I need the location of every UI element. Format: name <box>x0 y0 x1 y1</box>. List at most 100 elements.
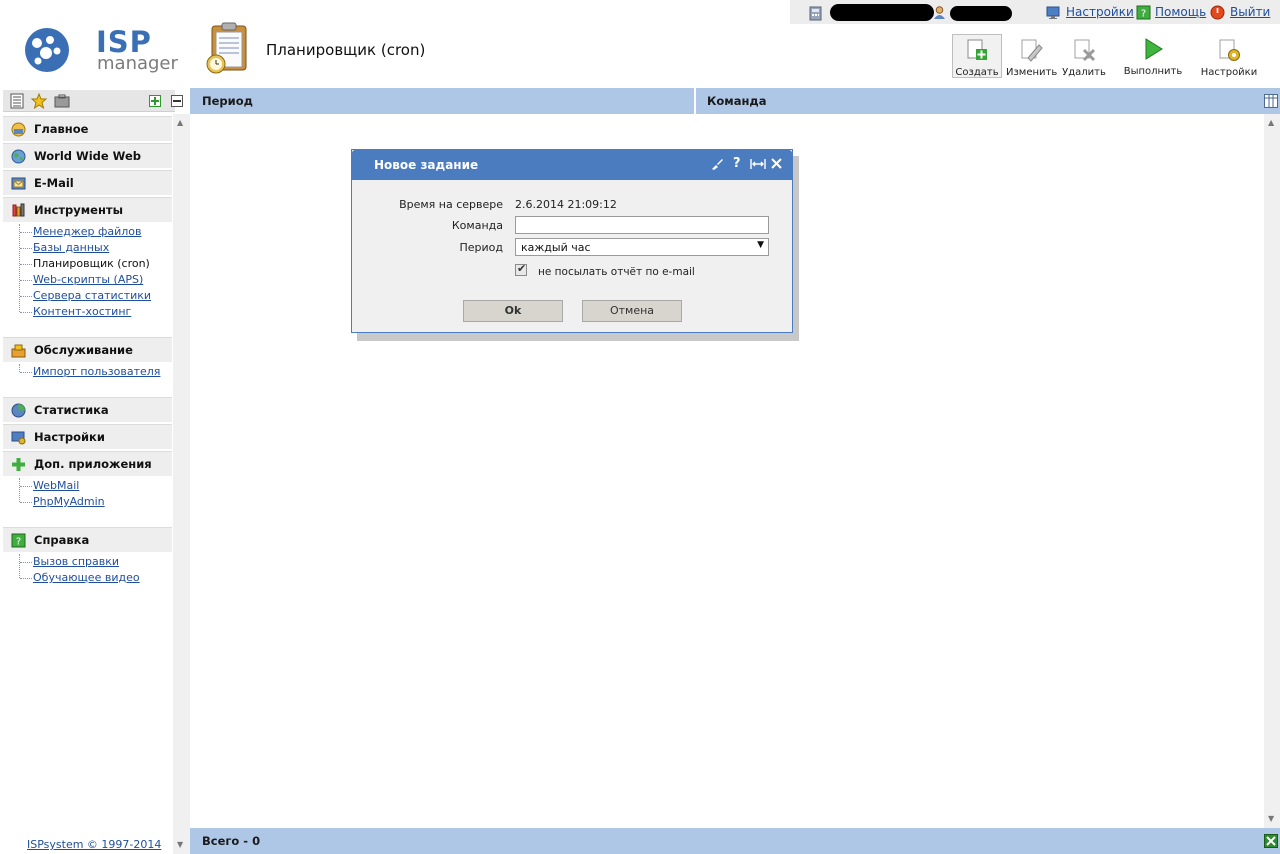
sidebar-item-web-scripts[interactable]: Web-скрипты (APS) <box>33 273 143 286</box>
command-input[interactable] <box>515 216 769 234</box>
sidebar-item-content-hosting[interactable]: Контент-хостинг <box>33 305 131 318</box>
export-excel-icon[interactable] <box>1264 834 1278 848</box>
top-settings-link[interactable]: Настройки <box>1066 5 1134 19</box>
section-label-apps: Доп. приложения <box>34 457 152 471</box>
total-count: Всего - 0 <box>202 834 261 848</box>
edit-button[interactable]: Изменить <box>1006 34 1058 78</box>
delete-button[interactable]: Удалить <box>1060 34 1108 78</box>
edit-label: Изменить <box>1006 67 1058 78</box>
user-info-area <box>804 3 1026 23</box>
top-logout-link[interactable]: Выйти <box>1230 5 1270 19</box>
pie-chart-icon <box>11 403 26 418</box>
run-button[interactable]: Выполнить <box>1120 34 1186 78</box>
sidebar-scrollbar[interactable]: ▲ ▼ <box>173 114 190 854</box>
home-globe-icon <box>11 122 26 137</box>
page-title: Планировщик (cron) <box>266 41 426 59</box>
sidebar-section-main[interactable]: Главное <box>3 116 172 141</box>
column-settings-icon[interactable] <box>1264 94 1278 108</box>
dialog-header[interactable]: Новое задание ? <box>352 150 792 180</box>
expand-all-icon[interactable] <box>149 95 161 107</box>
close-icon[interactable] <box>770 157 783 170</box>
sidebar-item-stat-servers[interactable]: Сервера статистики <box>33 289 151 302</box>
top-help-link[interactable]: Помощь <box>1155 5 1206 19</box>
isp-manager-logo[interactable]: ISP manager <box>24 25 178 75</box>
calculator-icon <box>809 6 822 21</box>
run-label: Выполнить <box>1123 66 1183 77</box>
sidebar-item-import-user[interactable]: Импорт пользователя <box>33 365 160 378</box>
tree-line-service <box>19 364 20 372</box>
list-view-icon[interactable] <box>9 93 25 109</box>
scroll-down-arrow-icon[interactable]: ▼ <box>177 840 183 849</box>
play-icon <box>1145 38 1163 60</box>
mail-icon <box>11 177 26 190</box>
sidebar-section-help[interactable]: ? Справка <box>3 527 172 552</box>
main-scrollbar[interactable]: ▲ ▼ <box>1264 114 1280 828</box>
sidebar-item-help-call[interactable]: Вызов справки <box>33 555 119 568</box>
tree-line-tools <box>19 224 20 312</box>
user-icon <box>934 6 945 19</box>
sidebar-toolbar <box>3 90 183 112</box>
scroll-down-arrow-icon[interactable]: ▼ <box>1268 814 1274 823</box>
section-label-help: Справка <box>34 533 90 547</box>
tree-branch <box>20 232 32 233</box>
column-divider[interactable] <box>694 88 696 114</box>
sidebar-section-email[interactable]: E-Mail <box>3 170 172 195</box>
create-button[interactable]: Создать <box>952 34 1002 78</box>
scheduler-clipboard-icon <box>206 22 247 74</box>
settings-monitor-icon <box>1046 6 1060 19</box>
delete-icon <box>1074 39 1096 62</box>
tree-branch <box>20 280 32 281</box>
redacted-server-name <box>830 4 934 21</box>
section-label-main: Главное <box>34 122 89 136</box>
favorites-star-icon[interactable] <box>31 93 47 109</box>
sidebar-section-apps[interactable]: Доп. приложения <box>3 451 172 476</box>
sidebar-section-stats[interactable]: Статистика <box>3 397 172 422</box>
create-icon <box>967 39 987 60</box>
scroll-up-arrow-icon[interactable]: ▲ <box>177 118 183 127</box>
sidebar-section-settings[interactable]: Настройки <box>3 424 172 449</box>
settings-label: Настройки <box>1200 67 1258 78</box>
sidebar-section-www[interactable]: World Wide Web <box>3 143 172 168</box>
cancel-button[interactable]: Отмена <box>582 300 682 322</box>
no-email-checkbox[interactable]: ✔ <box>515 262 527 276</box>
sidebar-item-phpmyadmin[interactable]: PhpMyAdmin <box>33 495 105 508</box>
sidebar-item-cron[interactable]: Планировщик (cron) <box>33 257 150 270</box>
svg-text:?: ? <box>16 537 21 548</box>
help-icon: ? <box>11 533 26 548</box>
sidebar-item-webmail[interactable]: WebMail <box>33 479 79 492</box>
briefcase-icon[interactable] <box>54 93 70 109</box>
sidebar-section-tools[interactable]: Инструменты <box>3 197 172 222</box>
sidebar-item-file-manager[interactable]: Менеджер файлов <box>33 225 142 238</box>
column-header-period[interactable]: Период <box>202 94 253 108</box>
collapse-all-icon[interactable] <box>171 95 183 107</box>
scroll-up-arrow-icon[interactable]: ▲ <box>1268 118 1274 127</box>
dialog-help-icon[interactable]: ? <box>733 156 741 171</box>
sidebar-item-tutorial-video[interactable]: Обучающее видео <box>33 571 140 584</box>
sidebar-section-service[interactable]: Обслуживание <box>3 337 172 362</box>
section-label-www: World Wide Web <box>34 149 141 163</box>
logout-icon <box>1210 5 1225 20</box>
tree-branch <box>20 264 32 265</box>
expand-horizontal-icon[interactable] <box>750 158 766 170</box>
tree-line-help <box>19 554 20 578</box>
create-label: Создать <box>955 67 999 78</box>
redacted-user-name <box>950 6 1012 21</box>
copyright-link[interactable]: ISPsystem © 1997-2014 <box>27 838 161 851</box>
period-select[interactable]: каждый час ▼ <box>515 238 769 256</box>
tree-branch <box>20 372 32 373</box>
section-label-email: E-Mail <box>34 176 74 190</box>
section-label-stats: Статистика <box>34 403 109 417</box>
settings-gear-icon <box>1219 39 1240 61</box>
dropdown-arrow-icon: ▼ <box>757 240 764 250</box>
brush-icon[interactable] <box>710 157 724 171</box>
tree-branch <box>20 562 32 563</box>
column-header-command[interactable]: Команда <box>707 94 766 108</box>
settings-button[interactable]: Настройки <box>1198 34 1260 78</box>
svg-text:?: ? <box>1141 9 1146 20</box>
tree-branch <box>20 296 32 297</box>
service-icon <box>11 344 26 358</box>
tree-branch <box>20 486 32 487</box>
sidebar-item-databases[interactable]: Базы данных <box>33 241 109 254</box>
section-label-service: Обслуживание <box>34 343 133 357</box>
ok-button[interactable]: Ok <box>463 300 563 322</box>
